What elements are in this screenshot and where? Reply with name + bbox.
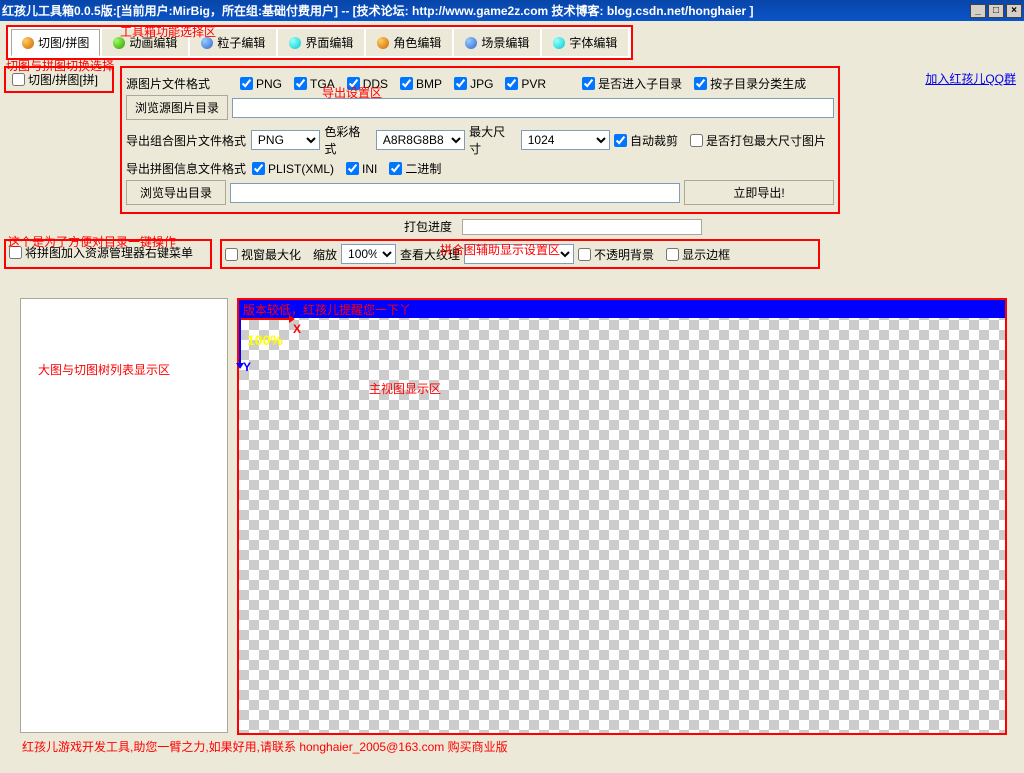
tab-6[interactable]: 字体编辑 [542, 29, 628, 56]
fmt-ini[interactable]: INI [346, 162, 377, 176]
color-format-select[interactable]: A8R8G8B8 [376, 130, 465, 150]
tab-icon [289, 37, 301, 49]
annotation-tabs: 工具箱功能选择区 [120, 23, 216, 40]
output-path-input[interactable] [230, 183, 680, 203]
recurse-subdir[interactable]: 是否进入子目录 [582, 75, 682, 92]
tab-label: 角色编辑 [393, 34, 441, 51]
maximize-view[interactable]: 视窗最大化 [225, 246, 301, 263]
annotation-display: 拼合图辅助显示设置区 [440, 241, 560, 258]
auto-crop[interactable]: 自动裁剪 [614, 132, 678, 149]
tab-label: 切图/拼图 [38, 34, 89, 51]
combo-format-label: 导出组合图片文件格式 [126, 132, 247, 149]
tab-3[interactable]: 界面编辑 [278, 29, 364, 56]
pack-max-size[interactable]: 是否打包最大尺寸图片 [690, 132, 826, 149]
tab-icon [377, 37, 389, 49]
fmt-png[interactable]: PNG [240, 77, 282, 91]
fmt-bmp[interactable]: BMP [400, 77, 442, 91]
color-format-label: 色彩格式 [324, 123, 372, 157]
tab-5[interactable]: 场景编辑 [454, 29, 540, 56]
progress-bar [462, 219, 702, 235]
browse-source-button[interactable]: 浏览源图片目录 [126, 95, 228, 120]
tab-label: 粒子编辑 [217, 34, 265, 51]
show-border[interactable]: 显示边框 [666, 246, 730, 263]
info-format-label: 导出拼图信息文件格式 [126, 160, 248, 177]
maximize-button[interactable]: □ [988, 4, 1004, 18]
tab-icon [465, 37, 477, 49]
fmt-jpg[interactable]: JPG [454, 77, 493, 91]
annotation-main-view: 主视图显示区 [369, 380, 441, 397]
close-button[interactable]: × [1006, 4, 1022, 18]
window-buttons: _ □ × [970, 4, 1022, 18]
y-axis [239, 318, 241, 363]
x-axis [239, 318, 289, 320]
y-axis-label: Y [243, 360, 251, 374]
footer-text: 红孩儿游戏开发工具,助您一臂之力,如果好用,请联系 honghaier_2005… [22, 738, 508, 755]
zoom-display: 100% [247, 332, 283, 348]
annotation-tree: 大图与切图树列表显示区 [38, 361, 170, 378]
qq-group-link[interactable]: 加入红孩儿QQ群 [925, 72, 1016, 86]
annotation-context-menu: 这个是为了方便对目录一键操作 [8, 233, 176, 250]
window-title: 红孩儿工具箱0.0.5版:[当前用户:MirBig，所在组:基础付费用户] --… [2, 2, 970, 19]
zoom-select[interactable]: 100% [341, 244, 396, 264]
main-view-container: 版本较低，红孩儿提醒您一下丫 X Y 100% 主视图显示区 [237, 298, 1007, 735]
tab-label: 场景编辑 [481, 34, 529, 51]
combo-format-select[interactable]: PNG [251, 130, 320, 150]
tab-label: 字体编辑 [569, 34, 617, 51]
main-view[interactable]: 版本较低，红孩儿提醒您一下丫 X Y 100% 主视图显示区 [239, 300, 1005, 733]
fmt-plist[interactable]: PLIST(XML) [252, 162, 334, 176]
browse-output-button[interactable]: 浏览导出目录 [126, 180, 226, 205]
max-size-label: 最大尺寸 [469, 123, 517, 157]
export-now-button[interactable]: 立即导出! [684, 180, 834, 205]
tab-0[interactable]: 切图/拼图 [11, 29, 100, 56]
tab-4[interactable]: 角色编辑 [366, 29, 452, 56]
pack-progress-label: 打包进度 [404, 218, 452, 235]
zoom-label: 缩放 [313, 246, 337, 263]
export-section: 导出设置区 源图片文件格式 PNG TGA DDS BMP JPG PVR 是否… [120, 66, 840, 214]
tab-icon [22, 37, 34, 49]
by-dir-gen[interactable]: 按子目录分类生成 [694, 75, 806, 92]
switch-checkbox[interactable] [12, 73, 25, 86]
view-header: 版本较低，红孩儿提醒您一下丫 [239, 300, 1005, 318]
source-format-label: 源图片文件格式 [126, 75, 236, 92]
fmt-pvr[interactable]: PVR [505, 77, 546, 91]
max-size-select[interactable]: 1024 [521, 130, 610, 150]
tab-label: 界面编辑 [305, 34, 353, 51]
tab-icon [553, 37, 565, 49]
annotation-switch: 切图与拼图切换选择 [6, 57, 114, 74]
opaque-bg[interactable]: 不透明背景 [578, 246, 654, 263]
annotation-export: 导出设置区 [322, 84, 382, 101]
minimize-button[interactable]: _ [970, 4, 986, 18]
tabs-container: 切图/拼图动画编辑粒子编辑界面编辑角色编辑场景编辑字体编辑 [6, 25, 633, 60]
window-titlebar: 红孩儿工具箱0.0.5版:[当前用户:MirBig，所在组:基础付费用户] --… [0, 0, 1024, 21]
fmt-binary[interactable]: 二进制 [389, 160, 441, 177]
x-axis-label: X [293, 322, 301, 336]
